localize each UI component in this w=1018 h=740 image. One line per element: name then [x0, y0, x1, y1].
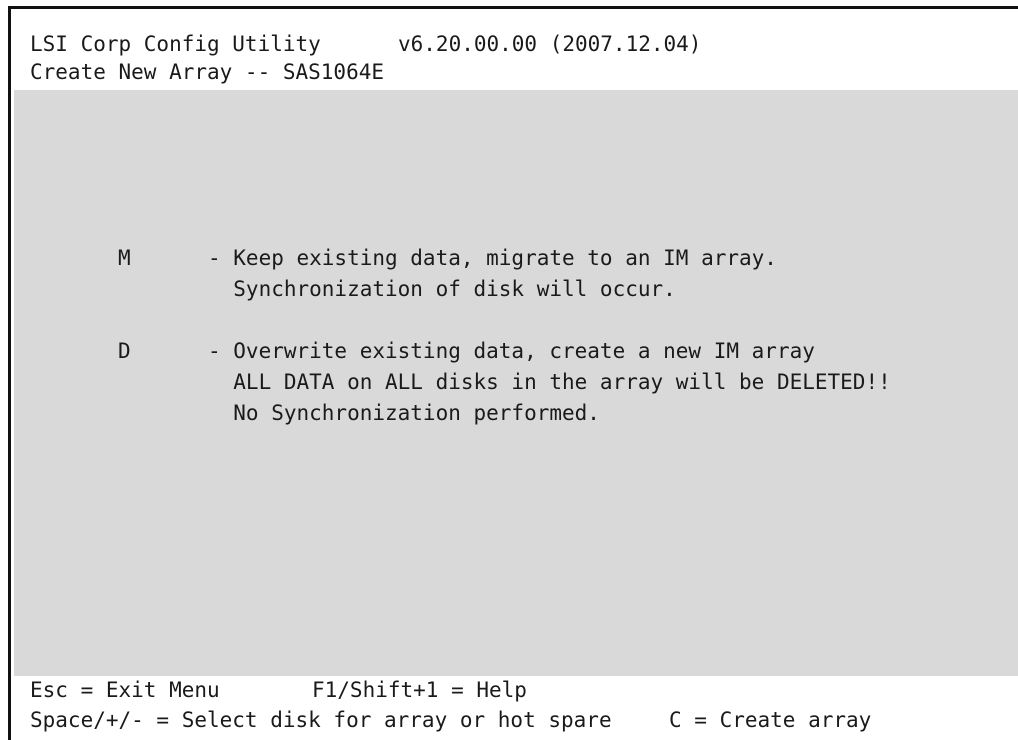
help-create-array: C = Create array	[669, 708, 872, 732]
option-key-m[interactable]: M	[118, 244, 131, 272]
footer-help-bar: Esc = Exit Menu F1/Shift+1 = Help Space/…	[14, 676, 1018, 740]
help-esc-exit: Esc = Exit Menu	[30, 678, 220, 702]
bios-config-screen: LSI Corp Config Utility v6.20.00.00 (200…	[0, 0, 1018, 740]
version-text: v6.20.00.00 (2007.12.04)	[398, 32, 702, 56]
option-d-line2: ALL DATA on ALL disks in the array will …	[208, 370, 891, 394]
frame-top-border	[8, 6, 1018, 9]
option-d-line3: No Synchronization performed.	[208, 401, 600, 425]
option-m-line2: Synchronization of disk will occur.	[208, 277, 676, 301]
product-name: LSI Corp Config Utility	[30, 32, 321, 56]
option-m-line1: - Keep existing data, migrate to an IM a…	[208, 246, 777, 270]
help-f1: F1/Shift+1 = Help	[312, 678, 527, 702]
option-d-line1: - Overwrite existing data, create a new …	[208, 339, 815, 363]
option-key-d[interactable]: D	[118, 337, 131, 365]
main-panel: M - Keep existing data, migrate to an IM…	[14, 90, 1018, 676]
help-select-disk: Space/+/- = Select disk for array or hot…	[30, 708, 612, 732]
frame-left-border	[8, 6, 11, 740]
screen-title: Create New Array -- SAS1064E	[30, 60, 385, 84]
header: LSI Corp Config Utility v6.20.00.00 (200…	[14, 12, 1018, 90]
